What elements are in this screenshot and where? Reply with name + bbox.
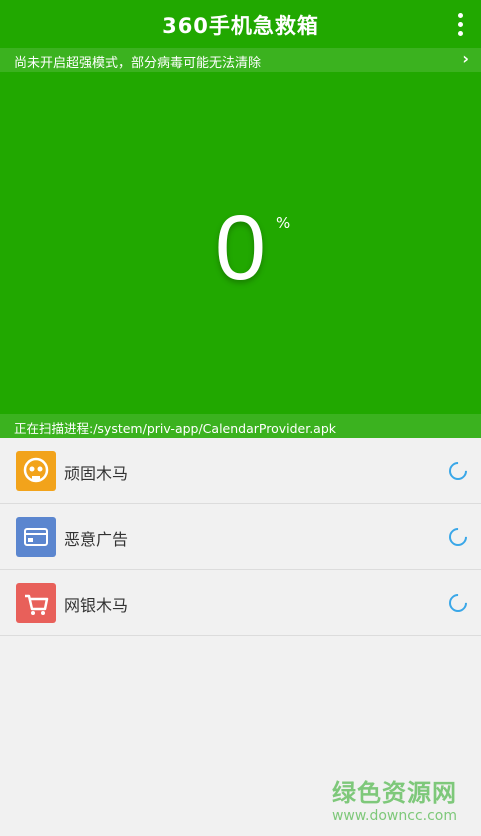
watermark: 绿色资源网 www.downcc.com	[332, 773, 457, 824]
list-item[interactable]: 顽固木马	[0, 438, 481, 504]
loading-spinner-icon	[445, 458, 471, 484]
ad-card-icon	[16, 517, 56, 557]
shopping-cart-icon	[16, 583, 56, 623]
scan-percent-value: 0	[214, 197, 267, 299]
chevron-right-icon: ›	[462, 49, 469, 68]
list-item-label: 网银木马	[64, 596, 129, 615]
watermark-url: www.downcc.com	[331, 808, 457, 824]
scan-percent-unit: %	[276, 214, 291, 232]
list-item[interactable]: 网银木马	[0, 570, 481, 636]
banner-text: 尚未开启超强模式，部分病毒可能无法清除	[14, 56, 262, 71]
more-menu-button[interactable]	[455, 13, 465, 37]
watermark-title: 绿色资源网	[331, 779, 457, 807]
scan-status-bar: 正在扫描进程:/system/priv-app/CalendarProvider…	[0, 414, 481, 438]
list-item-label: 恶意广告	[64, 530, 129, 549]
app-title: 360手机急救箱	[162, 14, 319, 38]
scan-status-text: 正在扫描进程:/system/priv-app/CalendarProvider…	[14, 421, 337, 436]
loading-spinner-icon	[445, 590, 471, 616]
scan-progress-panel: 0 %	[0, 72, 481, 414]
vertical-dots-icon	[457, 13, 463, 18]
scan-item-list: 顽固木马 恶意广告 网银木马	[0, 438, 481, 636]
loading-spinner-icon	[445, 524, 471, 550]
list-item[interactable]: 恶意广告	[0, 504, 481, 570]
list-item-label: 顽固木马	[64, 464, 129, 483]
skull-icon	[16, 451, 56, 491]
super-mode-banner[interactable]: 尚未开启超强模式，部分病毒可能无法清除 ›	[0, 48, 481, 72]
app-header: 360手机急救箱	[0, 0, 481, 48]
